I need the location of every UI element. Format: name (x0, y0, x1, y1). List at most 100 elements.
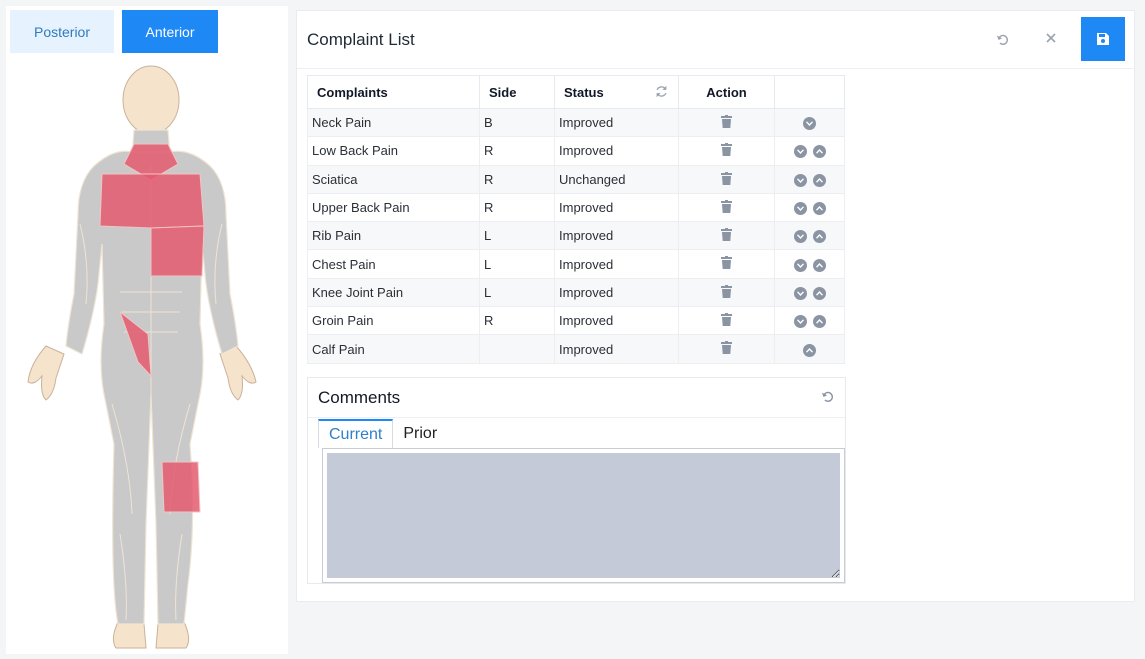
complaint-name: Upper Back Pain (307, 192, 480, 223)
comments-tabs: Current Prior (308, 418, 845, 448)
complaint-name: Groin Pain (307, 306, 480, 336)
complaint-name: Rib Pain (307, 221, 480, 251)
reorder-controls (803, 343, 816, 357)
table-row[interactable]: Low Back Pain R Improved (307, 136, 845, 166)
move-up-icon[interactable] (812, 230, 826, 244)
action-cell (678, 249, 775, 279)
header-action: Action (678, 75, 775, 109)
trash-icon[interactable] (721, 313, 732, 329)
complaint-side: L (479, 249, 555, 279)
complaint-name: Calf Pain (307, 334, 480, 364)
order-cell (774, 306, 845, 336)
table-row[interactable]: Neck Pain B Improved (307, 107, 845, 138)
trash-icon[interactable] (721, 171, 732, 188)
move-down-icon[interactable] (803, 117, 816, 131)
complaint-status[interactable]: Improved (554, 192, 679, 223)
complaint-status[interactable]: Improved (554, 136, 679, 166)
reorder-controls (793, 258, 826, 272)
complaint-side: R (479, 164, 555, 194)
anterior-body-figure[interactable] (20, 64, 270, 654)
undo-icon[interactable] (993, 30, 1013, 50)
move-up-icon[interactable] (812, 202, 826, 216)
trash-icon[interactable] (721, 284, 732, 301)
complaint-rows: Neck Pain B Improved Low Back Pain R Improved… (307, 107, 845, 364)
move-down-icon[interactable] (793, 230, 807, 244)
trash-icon[interactable] (721, 143, 732, 159)
table-row[interactable]: Groin Pain R Improved (307, 306, 845, 336)
complaint-status[interactable]: Improved (554, 249, 679, 279)
posterior-button[interactable]: Posterior (10, 10, 114, 53)
complaints-table: Complaints Side Status Action Neck Pain B… (307, 75, 845, 364)
reorder-controls (793, 145, 826, 159)
chest-highlight (99, 173, 205, 229)
complaint-name: Neck Pain (307, 107, 480, 138)
header-side: Side (479, 75, 555, 109)
complaint-status[interactable]: Unchanged (554, 164, 679, 194)
comments-undo-icon[interactable] (821, 390, 835, 409)
refresh-icon[interactable] (655, 85, 668, 101)
comment-box-wrapper (322, 448, 845, 583)
move-up-icon[interactable] (812, 258, 826, 272)
move-down-icon[interactable] (793, 202, 807, 216)
action-cell (678, 192, 775, 223)
complaint-name: Sciatica (307, 164, 480, 194)
tab-prior[interactable]: Prior (393, 419, 447, 448)
abdomen-highlight (150, 225, 205, 277)
complaint-status[interactable]: Improved (554, 334, 679, 364)
save-button[interactable] (1081, 17, 1125, 61)
order-cell (774, 277, 845, 308)
panel-header: Complaint List (297, 11, 1134, 69)
move-down-icon[interactable] (793, 315, 807, 329)
complaint-name: Knee Joint Pain (307, 277, 480, 308)
move-up-icon[interactable] (812, 315, 826, 329)
close-icon[interactable] (1041, 28, 1061, 48)
knee-highlight (161, 461, 201, 513)
move-up-icon[interactable] (812, 173, 826, 187)
current-comment-textarea[interactable] (327, 453, 840, 578)
complaint-status[interactable]: Improved (554, 277, 679, 308)
complaint-status[interactable]: Improved (554, 221, 679, 251)
table-row[interactable]: Knee Joint Pain L Improved (307, 277, 845, 308)
move-up-icon[interactable] (812, 286, 826, 300)
complaint-side: R (479, 192, 555, 223)
move-down-icon[interactable] (793, 173, 807, 187)
table-row[interactable]: Upper Back Pain R Improved (307, 192, 845, 223)
complaint-status[interactable]: Improved (554, 306, 679, 336)
reorder-controls (803, 117, 816, 131)
reorder-controls (793, 315, 826, 329)
trash-icon[interactable] (721, 341, 732, 357)
header-order (774, 75, 845, 109)
comments-header: Comments (308, 378, 845, 418)
move-down-icon[interactable] (793, 258, 807, 272)
complaint-side: L (479, 277, 555, 308)
anterior-button[interactable]: Anterior (122, 10, 218, 53)
move-down-icon[interactable] (793, 286, 807, 300)
trash-icon[interactable] (721, 228, 732, 244)
order-cell (774, 107, 845, 138)
header-status: Status (554, 75, 679, 109)
move-down-icon[interactable] (793, 145, 807, 159)
trash-icon[interactable] (721, 114, 732, 131)
tab-current[interactable]: Current (318, 419, 394, 448)
complaint-list-panel: Complaint List Complaints Side Status Ac… (296, 10, 1135, 602)
action-cell (678, 334, 775, 364)
complaint-side (479, 334, 555, 364)
table-row[interactable]: Sciatica R Unchanged (307, 164, 845, 194)
complaint-status[interactable]: Improved (554, 107, 679, 138)
order-cell (774, 221, 845, 251)
complaint-side: R (479, 306, 555, 336)
action-cell (678, 136, 775, 166)
order-cell (774, 136, 845, 166)
table-row[interactable]: Calf Pain Improved (307, 334, 845, 364)
move-up-icon[interactable] (803, 343, 816, 357)
trash-icon[interactable] (721, 256, 732, 272)
header-status-label: Status (564, 84, 604, 100)
table-row[interactable]: Chest Pain L Improved (307, 249, 845, 279)
complaint-name: Chest Pain (307, 249, 480, 279)
move-up-icon[interactable] (812, 145, 826, 159)
table-row[interactable]: Rib Pain L Improved (307, 221, 845, 251)
comments-section: Comments Current Prior (307, 377, 846, 584)
action-cell (678, 221, 775, 251)
reorder-controls (793, 286, 826, 300)
trash-icon[interactable] (721, 199, 732, 216)
